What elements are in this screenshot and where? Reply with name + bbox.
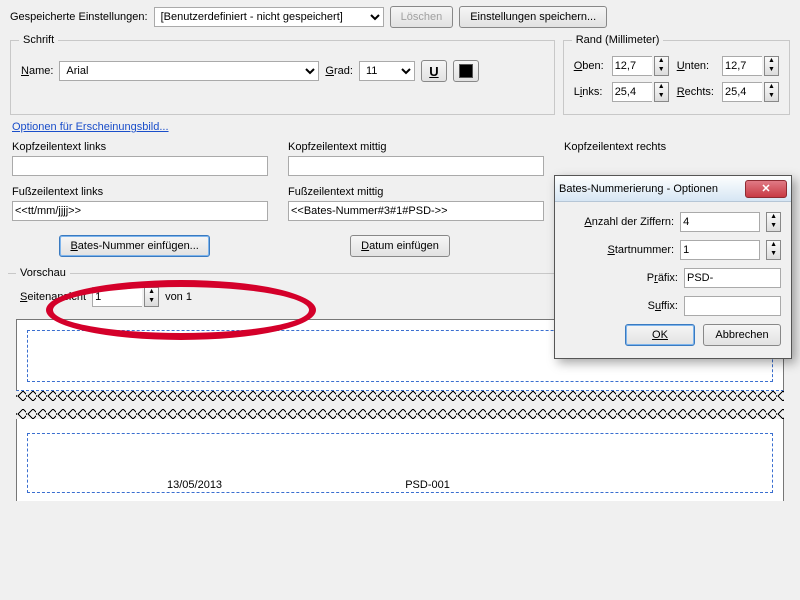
start-label: Startnummer:: [565, 244, 674, 256]
dialog-title: Bates-Nummerierung - Optionen: [559, 183, 718, 195]
margin-right-spinner[interactable]: ▲▼: [764, 82, 779, 102]
pageview-label: Seitenansicht: [20, 291, 86, 303]
save-settings-button[interactable]: Einstellungen speichern...: [459, 6, 607, 28]
saved-settings-select[interactable]: [Benutzerdefiniert - nicht gespeichert]: [154, 7, 384, 27]
bates-options-dialog: Bates-Nummerierung - Optionen ✕ Anzahl d…: [554, 175, 792, 359]
margin-bottom-input[interactable]: [722, 56, 762, 76]
font-color-button[interactable]: [453, 60, 479, 82]
preview-date: 13/05/2013: [167, 479, 222, 491]
margin-bottom-label: Unten:: [677, 60, 714, 72]
pageview-input[interactable]: [92, 287, 142, 307]
footer-left-label: Fußzeilentext links: [12, 186, 268, 198]
prefix-input[interactable]: [684, 268, 781, 288]
delete-button[interactable]: Löschen: [390, 6, 454, 28]
margin-left-input[interactable]: [612, 82, 652, 102]
font-group: Schrift Name: Arial Grad: 11 U: [10, 34, 555, 115]
footer-left-input[interactable]: [12, 201, 268, 221]
start-input[interactable]: [680, 240, 760, 260]
appearance-options-link[interactable]: Optionen für Erscheinungsbild...: [12, 121, 169, 133]
margin-bottom-spinner[interactable]: ▲▼: [764, 56, 779, 76]
suffix-label: Suffix:: [568, 300, 678, 312]
font-size-label: Grad:: [325, 65, 353, 77]
margin-top-spinner[interactable]: ▲▼: [654, 56, 669, 76]
font-legend: Schrift: [19, 34, 58, 46]
font-size-select[interactable]: 11: [359, 61, 415, 81]
footer-center-input[interactable]: [288, 201, 544, 221]
footer-center-label: Fußzeilentext mittig: [288, 186, 544, 198]
color-swatch-icon: [459, 64, 473, 78]
margin-right-label: Rechts:: [677, 86, 714, 98]
start-spinner[interactable]: ▲▼: [766, 240, 781, 260]
margins-legend: Rand (Millimeter): [572, 34, 664, 46]
insert-bates-button[interactable]: BBates-Nummer einfügen...ates-Nummer ein…: [59, 235, 209, 257]
digits-input[interactable]: [680, 212, 760, 232]
dialog-cancel-button[interactable]: Abbrechen: [703, 324, 781, 346]
margin-top-label: Oben:: [574, 60, 604, 72]
pageview-spinner[interactable]: ▲▼: [144, 287, 159, 307]
dialog-close-button[interactable]: ✕: [745, 180, 787, 198]
preview-page-bottom: 13/05/2013 PSD-001: [16, 419, 784, 501]
digits-spinner[interactable]: ▲▼: [766, 212, 781, 232]
header-left-label: Kopfzeilentext links: [12, 141, 268, 153]
header-center-label: Kopfzeilentext mittig: [288, 141, 544, 153]
header-center-input[interactable]: [288, 156, 544, 176]
dialog-ok-button[interactable]: OK: [625, 324, 695, 346]
margins-group: Rand (Millimeter) Oben: ▲▼ Unten: ▲▼ Lin…: [563, 34, 790, 115]
prefix-label: Präfix:: [568, 272, 678, 284]
pageview-of: von 1: [165, 291, 192, 303]
margin-right-input[interactable]: [722, 82, 762, 102]
digits-label: Anzahl der Ziffern:: [565, 216, 674, 228]
preview-legend: Vorschau: [16, 267, 70, 279]
saved-settings-label: Gespeicherte Einstellungen:: [10, 11, 148, 23]
font-name-select[interactable]: Arial: [59, 61, 319, 81]
font-name-label: Name:: [21, 65, 53, 77]
margin-top-input[interactable]: [612, 56, 652, 76]
preview-bates: PSD-001: [405, 479, 450, 491]
margin-left-label: Links:: [574, 86, 604, 98]
underline-button[interactable]: U: [421, 60, 447, 82]
insert-date-button[interactable]: Datum einfügen: [350, 235, 450, 257]
header-right-label: Kopfzeilentext rechts: [564, 141, 788, 153]
header-left-input[interactable]: [12, 156, 268, 176]
suffix-input[interactable]: [684, 296, 781, 316]
margin-left-spinner[interactable]: ▲▼: [654, 82, 669, 102]
